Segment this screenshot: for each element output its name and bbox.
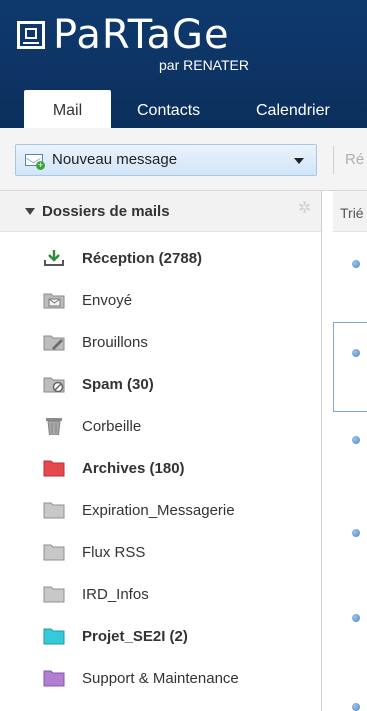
folder-icon (43, 628, 65, 645)
folder-label: Projet_SE2I (2) (82, 628, 188, 645)
collapse-triangle-icon[interactable] (25, 208, 35, 215)
folder-label: Flux RSS (82, 544, 146, 561)
sort-label: Trié (340, 205, 364, 221)
folder-support-maintenance[interactable]: Support & Maintenance (0, 658, 321, 700)
sort-header[interactable]: Trié (333, 191, 367, 232)
folder-label: Archives (180) (82, 460, 185, 477)
logo-name: PaRTaGe (53, 12, 230, 58)
folder-label: Envoyé (82, 292, 133, 309)
unread-dot-icon[interactable] (352, 436, 360, 444)
folder-corbeille[interactable]: Corbeille (0, 406, 321, 448)
folder-icon (43, 670, 65, 687)
folder-expiration-messagerie[interactable]: Expiration_Messagerie (0, 490, 321, 532)
new-message-label: Nouveau message (52, 151, 178, 168)
folder-flux-rss[interactable]: Flux RSS (0, 532, 321, 574)
folder-archives[interactable]: Archives (180) (0, 448, 321, 490)
folder-label: Support & Maintenance (82, 670, 239, 687)
reply-button[interactable]: Ré (345, 144, 364, 176)
tab-calendrier[interactable]: Calendrier (256, 90, 330, 128)
folders-header[interactable]: Dossiers de mails ✲ (0, 191, 321, 232)
app-header: PaRTaGe par RENATER Mail Contacts Calend… (0, 0, 367, 128)
tab-contacts[interactable]: Contacts (137, 90, 200, 128)
folder-label: Brouillons (82, 334, 148, 351)
folder-label: Corbeille (82, 418, 142, 435)
folder-icon (43, 586, 65, 603)
folder-projet-se2i[interactable]: Projet_SE2I (2) (0, 616, 321, 658)
tab-mail[interactable]: Mail (24, 90, 111, 128)
folder-label: Spam (30) (82, 376, 154, 393)
toolbar: + Nouveau message Ré (0, 128, 367, 191)
folders-title: Dossiers de mails (42, 203, 170, 220)
message-list: Trié (333, 191, 367, 711)
folder-sidebar: Dossiers de mails ✲ Réception (2788) Env… (0, 191, 322, 711)
logo-subtitle: par RENATER (159, 57, 249, 73)
folder-label: Expiration_Messagerie (82, 502, 235, 519)
toolbar-divider (333, 146, 334, 174)
unread-dot-icon[interactable] (352, 260, 360, 268)
folder-label: IRD_Infos (82, 586, 149, 603)
folder-spam[interactable]: Spam (30) (0, 364, 321, 406)
inbox-download-icon (44, 250, 64, 266)
trash-icon (46, 418, 62, 435)
folder-brouillons[interactable]: Brouillons (0, 322, 321, 364)
logo-mark-icon (17, 21, 45, 49)
drafts-folder-icon (43, 335, 65, 351)
folder-icon (43, 460, 65, 477)
folder-label: Réception (2788) (82, 250, 203, 267)
spam-folder-icon (43, 377, 65, 393)
selected-message-row[interactable] (333, 322, 367, 412)
app-tabs: Mail Contacts Calendrier (0, 90, 367, 128)
gear-icon[interactable]: ✲ (298, 201, 314, 217)
unread-dot-icon[interactable] (352, 614, 360, 622)
new-message-button[interactable]: + Nouveau message (15, 144, 317, 176)
chevron-down-icon[interactable] (294, 158, 304, 164)
unread-dot-icon[interactable] (352, 703, 360, 711)
unread-dot-icon[interactable] (352, 529, 360, 537)
folder-envoye[interactable]: Envoyé (0, 280, 321, 322)
folder-icon (43, 544, 65, 561)
folder-icon (43, 502, 65, 519)
partage-logo[interactable]: PaRTaGe par RENATER (17, 13, 297, 89)
folder-ird-infos[interactable]: IRD_Infos (0, 574, 321, 616)
folder-reception[interactable]: Réception (2788) (0, 238, 321, 280)
unread-dot-icon[interactable] (352, 349, 360, 357)
sent-folder-icon (43, 293, 65, 309)
plus-icon: + (36, 160, 45, 170)
